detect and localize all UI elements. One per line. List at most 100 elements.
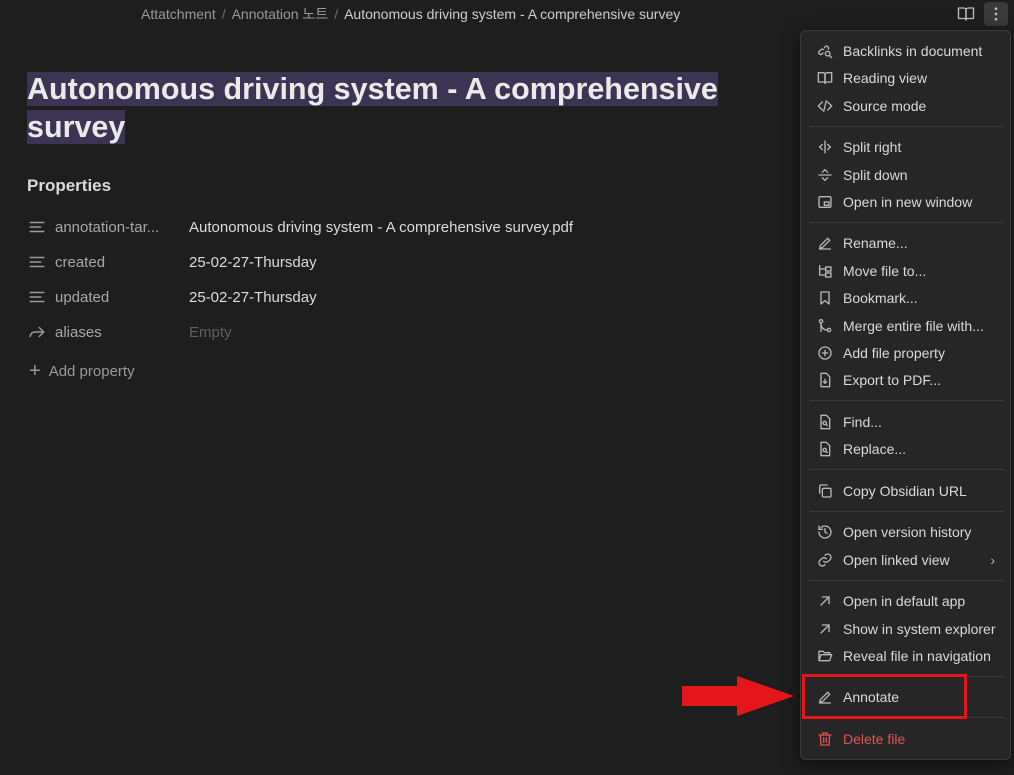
menu-label: Reveal file in navigation: [843, 648, 991, 664]
forward-arrow-icon[interactable]: [27, 322, 47, 342]
menu-divider: [809, 511, 1004, 512]
menu-item-default-app[interactable]: Open in default app: [809, 588, 1003, 614]
split-horizontal-icon: [816, 166, 834, 184]
breadcrumb-current[interactable]: Autonomous driving system - A comprehens…: [344, 6, 680, 22]
plus-icon: +: [29, 360, 41, 382]
menu-label: Export to PDF...: [843, 372, 942, 388]
property-key[interactable]: aliases: [55, 324, 181, 341]
menu-label: Reading view: [843, 70, 928, 86]
menu-item-delete[interactable]: Delete file: [809, 726, 1003, 752]
menu-divider: [809, 580, 1004, 581]
menu-item-split-right[interactable]: Split right: [809, 134, 1003, 160]
menu-label: Show in system explorer: [843, 621, 996, 637]
property-row-updated[interactable]: updated 25-02-27-Thursday: [27, 286, 317, 308]
property-value-empty[interactable]: Empty: [189, 324, 232, 341]
menu-item-system-explorer[interactable]: Show in system explorer: [809, 616, 1003, 642]
title-line-1: Autonomous driving system - A comprehens…: [27, 72, 718, 106]
menu-item-split-down[interactable]: Split down: [809, 162, 1003, 188]
menu-item-merge[interactable]: Merge entire file with...: [809, 313, 1003, 339]
pencil-icon: [816, 234, 834, 252]
menu-label: Rename...: [843, 235, 908, 251]
property-key[interactable]: created: [55, 254, 181, 271]
breadcrumb-separator: /: [221, 6, 226, 22]
menu-label: Copy Obsidian URL: [843, 483, 967, 499]
menu-item-reading-view[interactable]: Reading view: [809, 65, 1003, 91]
menu-item-find[interactable]: Find...: [809, 409, 1003, 435]
text-lines-icon[interactable]: [27, 287, 47, 307]
property-row-aliases[interactable]: aliases Empty: [27, 321, 232, 343]
property-row-annotation-target[interactable]: annotation-tar... Autonomous driving sys…: [27, 216, 573, 238]
menu-label: Backlinks in document: [843, 43, 983, 59]
menu-label: Open version history: [843, 524, 972, 540]
property-value[interactable]: 25-02-27-Thursday: [189, 289, 317, 306]
menu-item-replace[interactable]: Replace...: [809, 436, 1003, 462]
code-icon: [816, 97, 834, 115]
menu-label: Split right: [843, 139, 902, 155]
text-lines-icon[interactable]: [27, 252, 47, 272]
book-open-icon: [957, 7, 975, 21]
menu-divider: [809, 126, 1004, 127]
trash-icon: [816, 730, 834, 748]
window-icon: [816, 193, 834, 211]
annotation-arrow: [682, 676, 794, 716]
property-value[interactable]: 25-02-27-Thursday: [189, 254, 317, 271]
title-line-2: survey: [27, 110, 126, 144]
menu-item-version-history[interactable]: Open version history: [809, 519, 1003, 545]
menu-label: Move file to...: [843, 263, 927, 279]
menu-label: Delete file: [843, 731, 906, 747]
menu-label: Add file property: [843, 345, 945, 361]
view-actions: [954, 2, 1008, 26]
more-vertical-icon: [994, 7, 998, 21]
menu-item-copy-url[interactable]: Copy Obsidian URL: [809, 478, 1003, 504]
arrow-up-right-icon: [816, 620, 834, 638]
file-download-icon: [816, 371, 834, 389]
menu-label: Open in default app: [843, 593, 966, 609]
history-icon: [816, 523, 834, 541]
arrow-up-right-icon: [816, 592, 834, 610]
breadcrumb-item-attachment[interactable]: Attatchment: [141, 6, 216, 22]
plus-circle-icon: [816, 344, 834, 362]
copy-icon: [816, 482, 834, 500]
menu-item-move-file[interactable]: Move file to...: [809, 258, 1003, 284]
text-lines-icon[interactable]: [27, 217, 47, 237]
menu-item-open-new-window[interactable]: Open in new window: [809, 189, 1003, 215]
add-property-button[interactable]: + Add property: [29, 361, 135, 381]
menu-label: Find...: [843, 414, 882, 430]
menu-label: Replace...: [843, 441, 907, 457]
property-key[interactable]: updated: [55, 289, 181, 306]
menu-item-source-mode[interactable]: Source mode: [809, 93, 1003, 119]
file-search-icon: [816, 413, 834, 431]
menu-label: Split down: [843, 167, 908, 183]
git-merge-icon: [816, 317, 834, 335]
menu-item-bookmark[interactable]: Bookmark...: [809, 285, 1003, 311]
menu-item-add-property[interactable]: Add file property: [809, 340, 1003, 366]
menu-label: Source mode: [843, 98, 927, 114]
reading-view-button[interactable]: [954, 2, 978, 26]
folder-open-icon: [816, 647, 834, 665]
breadcrumb-item-annotation[interactable]: Annotation 노트: [232, 4, 329, 24]
menu-item-backlinks[interactable]: Backlinks in document: [809, 38, 1003, 64]
bookmark-icon: [816, 289, 834, 307]
folder-tree-icon: [816, 262, 834, 280]
menu-item-reveal-navigation[interactable]: Reveal file in navigation: [809, 643, 1003, 669]
page-title[interactable]: Autonomous driving system - A comprehens…: [27, 70, 737, 146]
add-property-label: Add property: [48, 362, 135, 380]
breadcrumb: Attatchment / Annotation 노트 / Autonomous…: [141, 4, 680, 24]
chevron-right-icon: ›: [990, 552, 995, 568]
properties-heading[interactable]: Properties: [27, 176, 111, 196]
book-open-icon: [816, 69, 834, 87]
property-value[interactable]: Autonomous driving system - A comprehens…: [189, 219, 573, 236]
menu-item-rename[interactable]: Rename...: [809, 230, 1003, 256]
menu-item-export-pdf[interactable]: Export to PDF...: [809, 367, 1003, 393]
file-search-icon: [816, 440, 834, 458]
menu-label: Merge entire file with...: [843, 318, 984, 334]
property-row-created[interactable]: created 25-02-27-Thursday: [27, 251, 317, 273]
more-options-button[interactable]: [984, 2, 1008, 26]
menu-label: Open linked view: [843, 552, 950, 568]
property-key[interactable]: annotation-tar...: [55, 219, 181, 236]
more-options-menu: Backlinks in document Reading view Sourc…: [800, 30, 1011, 760]
annotation-highlight-box: [802, 674, 967, 719]
menu-item-linked-view[interactable]: Open linked view ›: [809, 547, 1003, 573]
menu-label: Open in new window: [843, 194, 973, 210]
menu-divider: [809, 400, 1004, 401]
